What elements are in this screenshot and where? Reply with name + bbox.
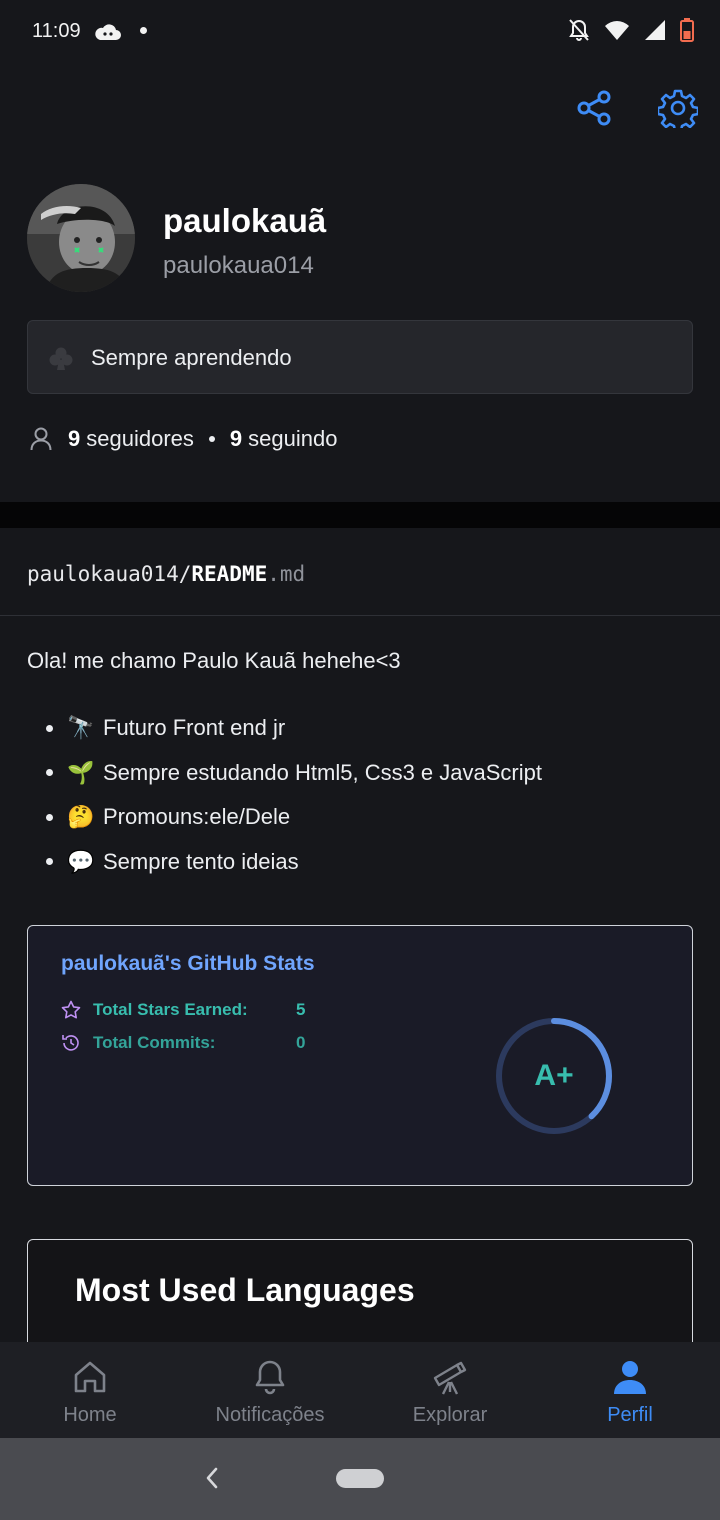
nav-label: Home [63, 1404, 117, 1426]
star-icon [61, 1000, 81, 1019]
readme-file-ext: .md [267, 562, 306, 586]
nav-label: Perfil [607, 1404, 653, 1426]
profile-name: paulokauã [163, 202, 327, 239]
person-icon [614, 1361, 646, 1394]
readme-path: paulokaua014/README.md [27, 562, 305, 586]
profile-login: paulokaua014 [163, 252, 314, 279]
signal-icon [645, 20, 665, 40]
list-item: 🤔 Promouns:ele/Dele [46, 795, 542, 840]
status-time: 11:09 [32, 20, 81, 42]
nav-profile[interactable]: Perfil [540, 1342, 720, 1438]
followers-count: 9 [68, 426, 81, 451]
share-icon[interactable] [574, 88, 614, 128]
followers-row[interactable]: 9 seguidores 9 seguindo [30, 424, 337, 454]
person-icon [30, 427, 52, 451]
readme-header[interactable]: paulokaua014/README.md [0, 528, 720, 616]
list-item: 💬 Sempre tento ideias [46, 840, 542, 885]
system-navigation-bar [0, 1438, 720, 1520]
settings-gear-icon[interactable] [658, 88, 698, 128]
nav-home[interactable]: Home [0, 1342, 180, 1438]
nav-explore[interactable]: Explorar [360, 1342, 540, 1438]
history-icon [62, 1035, 79, 1051]
rank-label: A+ [534, 1059, 574, 1092]
separator-dot [208, 436, 215, 442]
back-chevron-icon[interactable] [202, 1466, 222, 1490]
notification-dot [140, 27, 147, 34]
stat-row-commits: Total Commits: 0 [61, 1031, 305, 1055]
stat-value: 0 [296, 1033, 306, 1052]
telescope-icon [433, 1361, 467, 1395]
avatar[interactable] [27, 184, 135, 292]
readme-path-prefix: paulokaua014/ [27, 562, 192, 586]
bullet-dot [46, 858, 53, 866]
stat-label: Total Stars Earned: [93, 1000, 248, 1019]
readme-file-name: README [191, 562, 268, 586]
followers-label: seguidores [86, 426, 194, 451]
stat-label: Total Commits: [93, 1033, 216, 1052]
wifi-icon [605, 21, 629, 40]
github-stats-card: paulokauã's GitHub Stats Total Stars Ear… [27, 925, 693, 1186]
battery-icon [680, 18, 694, 42]
stat-row-stars: Total Stars Earned: 5 [61, 998, 305, 1022]
avatar-photo [27, 184, 135, 292]
home-pill[interactable] [336, 1469, 384, 1488]
stat-value: 5 [296, 1000, 306, 1019]
bullet-text: Futuro Front end jr [103, 715, 286, 741]
status-icons [568, 18, 694, 42]
bullet-text: Promouns:ele/Dele [103, 804, 291, 830]
following-count: 9 [229, 426, 243, 451]
stats-title: paulokauã's GitHub Stats [61, 952, 315, 975]
list-item: 🌱 Sempre estudando Html5, Css3 e JavaScri… [46, 751, 542, 796]
silent-bell-icon [569, 19, 589, 41]
nav-label: Explorar [412, 1404, 488, 1426]
profile-actions [574, 88, 698, 128]
section-divider [0, 502, 720, 528]
bullet-text: Sempre estudando Html5, Css3 e JavaScrip… [103, 759, 542, 785]
bell-icon [255, 1360, 285, 1395]
telescope-emoji-icon: 🔭 [67, 715, 95, 741]
bullet-dot [46, 813, 53, 821]
nav-notifications[interactable]: Notificações [180, 1342, 360, 1438]
bullet-dot [46, 769, 53, 777]
status-bar: 11:09 [0, 0, 720, 64]
club-suit-icon [49, 347, 73, 370]
home-icon [74, 1361, 106, 1393]
bottom-navigation: Home Notificações Explorar Perfil [0, 1342, 720, 1438]
speech-bubble-emoji-icon: 💬 [67, 848, 95, 874]
following-label: seguindo [248, 426, 338, 451]
thinking-face-emoji-icon: 🤔 [67, 804, 95, 830]
bullet-dot [46, 724, 53, 732]
list-item: 🔭 Futuro Front end jr [46, 706, 542, 751]
languages-title: Most Used Languages [75, 1272, 415, 1308]
readme-bullet-list: 🔭 Futuro Front end jr 🌱 Sempre estudando H… [46, 706, 542, 884]
bullet-text: Sempre tento ideias [103, 848, 299, 874]
nav-label: Notificações [215, 1404, 325, 1426]
readme-intro: Ola! me chamo Paulo Kauã hehehe<3 [27, 648, 401, 673]
status-text: Sempre aprendendo [91, 345, 292, 370]
profile-status[interactable]: Sempre aprendendo [27, 320, 693, 394]
cloud-game-icon [95, 24, 121, 40]
seedling-emoji-icon: 🌱 [67, 759, 95, 785]
